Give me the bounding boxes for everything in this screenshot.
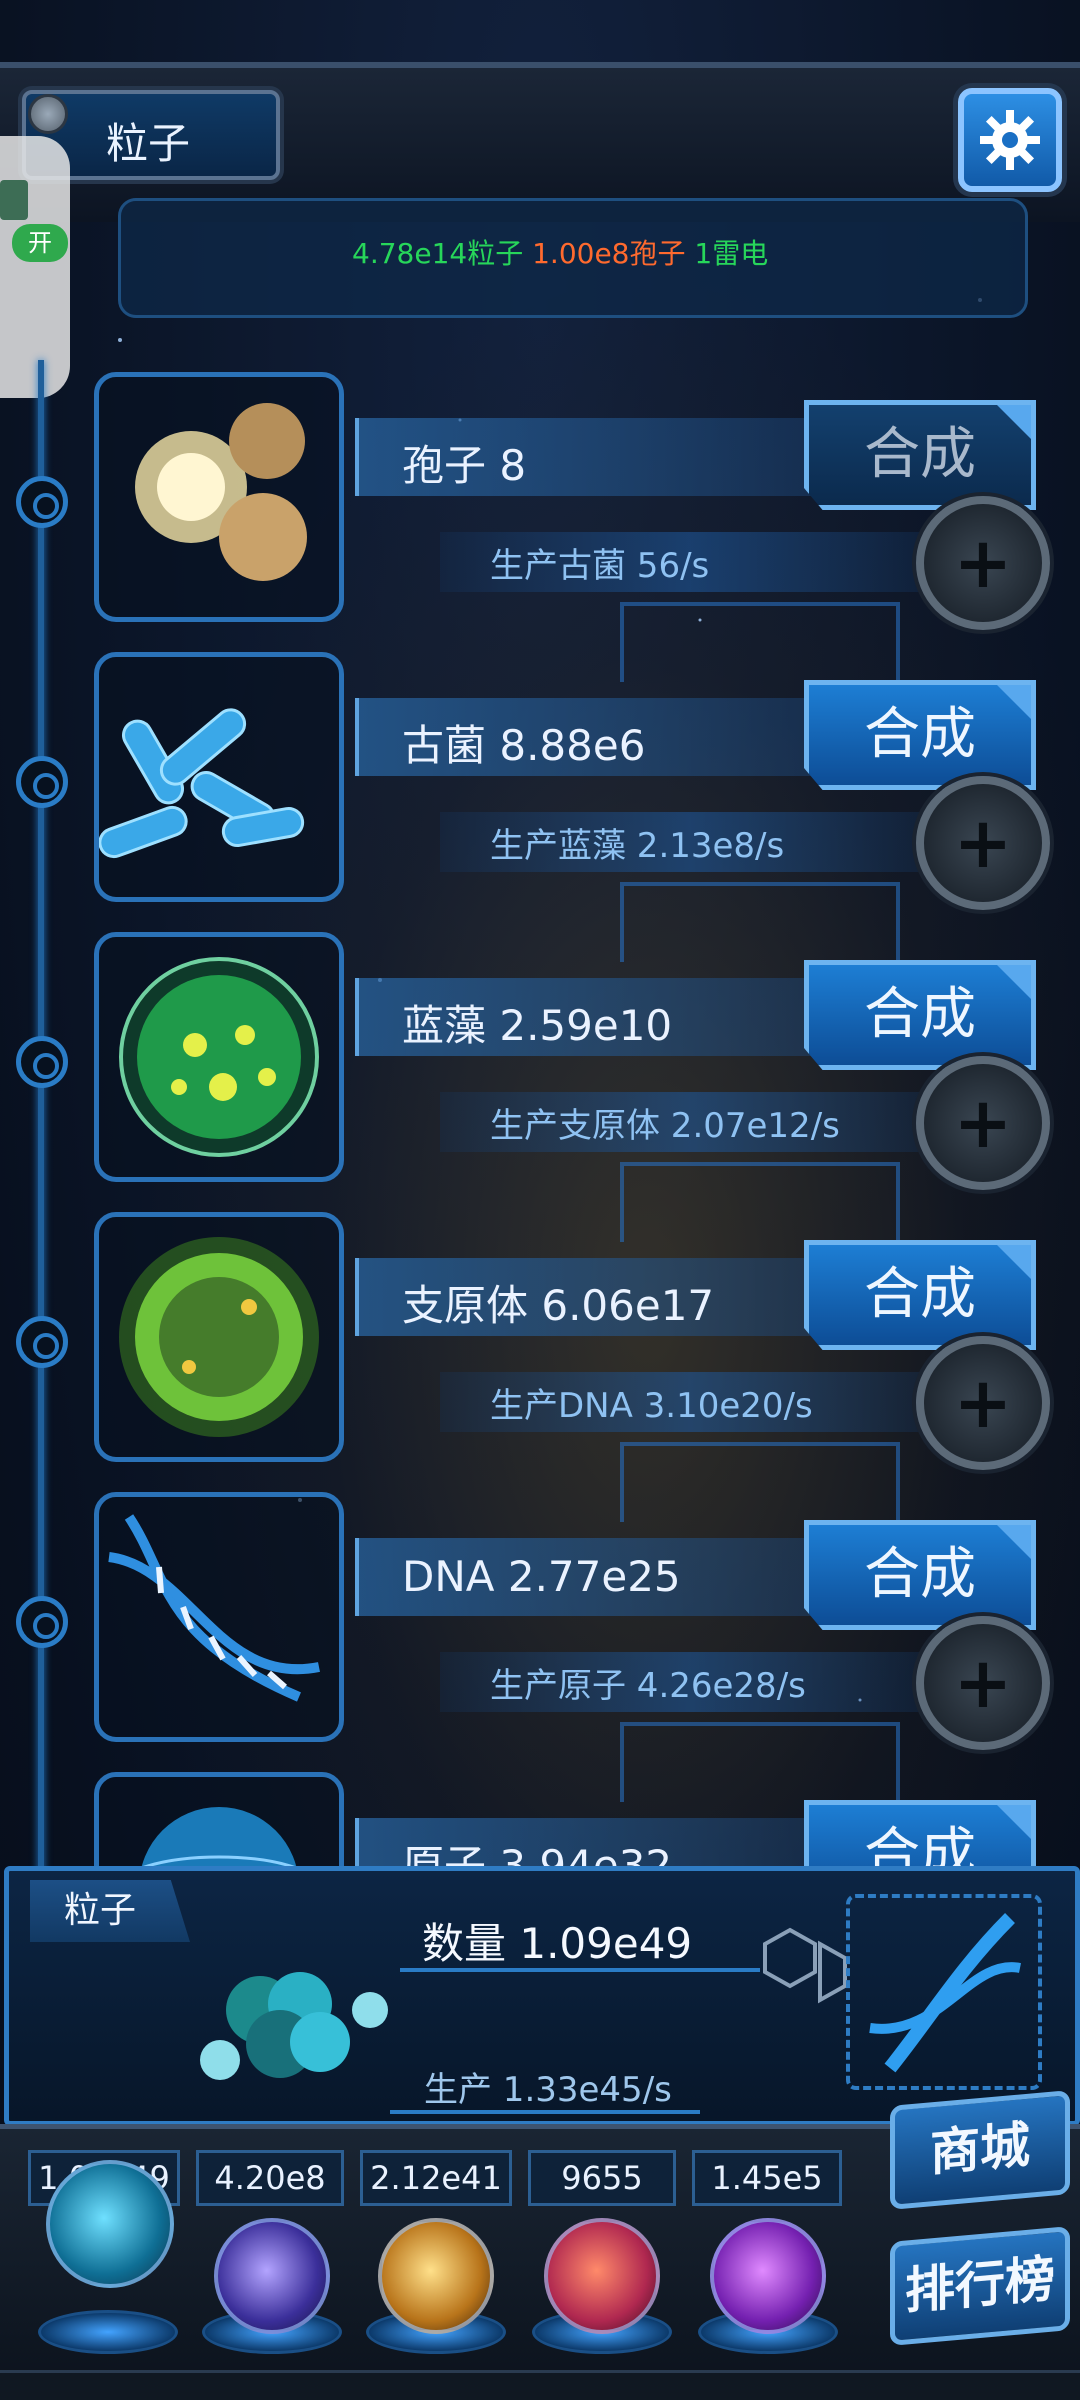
archaea-icon [99,708,305,859]
item-icon-frame [94,372,344,622]
item-production: 生产蓝藻 2.13e8/s [490,826,785,866]
dna-badge-frame [846,1894,1042,2090]
particle-cluster-icon [200,1972,388,2080]
plus-icon: + [953,1362,1013,1444]
plus-icon: + [953,522,1013,604]
item-name: DNA 2.77e25 [402,1552,681,1601]
upgrade-plus-button[interactable]: + [916,1056,1050,1190]
item-row-archaea: 古菌 8.88e6 合成 生产蓝藻 2.13e8/s + [0,652,1080,962]
upgrade-plus-button[interactable]: + [916,496,1050,630]
bolt-decoration [28,94,68,134]
resource-value-vortex: 1.45e5 [692,2150,842,2206]
item-icon-frame [94,652,344,902]
gear-icon [980,110,1040,170]
synthesize-button[interactable]: 合成 [804,1800,1036,1866]
item-icon-frame [94,1492,344,1742]
synthesize-button[interactable]: 合成 [804,680,1036,790]
synthesize-button[interactable]: 合成 [804,400,1036,510]
resource-value-lightning: 4.20e8 [196,2150,344,2206]
page-title: 粒子 [106,119,191,168]
spores-stat: 1.00e8孢子 [532,237,686,270]
item-row-spore: 孢子 8 合成 生产古菌 56/s + [0,372,1080,682]
dna-badge-icon [869,1913,1021,2073]
upgrade-plus-button[interactable]: + [916,776,1050,910]
item-row-dna: DNA 2.77e25 合成 生产原子 4.26e28/s + [0,1492,1080,1802]
panel-tab: 粒子 [30,1880,190,1942]
item-name: 支原体 6.06e17 [402,1281,715,1330]
synthesize-button[interactable]: 合成 [804,960,1036,1070]
spore-cluster-icon [135,403,307,581]
item-production: 生产DNA 3.10e20/s [490,1386,813,1426]
mycoplasma-icon [119,1237,319,1437]
particle-quantity: 数量 1.09e49 [422,1919,693,1968]
item-row-mycoplasma: 支原体 6.06e17 合成 生产DNA 3.10e20/s + [0,1212,1080,1522]
vortex-orb-button[interactable] [710,2218,826,2334]
item-icon-frame [94,1212,344,1462]
item-row-atom: 原子 3.94e32 合成 [0,1772,1080,1866]
item-name: 孢子 8 [402,441,527,490]
plus-icon: + [953,1082,1013,1164]
particles-stat: 4.78e14粒子 [352,237,524,270]
molecule-icon [763,1927,847,2004]
upgrade-plus-button[interactable]: + [916,1336,1050,1470]
resource-stats: 4.78e14粒子 1.00e8孢子 1雷电 [352,232,768,272]
lightning-orb-button[interactable] [214,2218,330,2334]
item-row-cyanobacteria: 蓝藻 2.59e10 合成 生产支原体 2.07e12/s + [0,932,1080,1242]
cyanobacteria-icon [119,957,319,1157]
bottom-strip [0,2370,1080,2400]
upgrade-plus-button[interactable]: + [916,1616,1050,1750]
plus-icon: + [953,802,1013,884]
resource-value-brain: 9655 [528,2150,676,2206]
item-production: 生产支原体 2.07e12/s [490,1106,840,1146]
particle-production: 生产 1.33e45/s [424,2070,672,2110]
side-overlay-toggle[interactable]: 开 [0,136,70,398]
shop-button[interactable]: 商城 [890,2090,1070,2210]
nebula-orb-button[interactable] [378,2218,494,2334]
synthesize-button[interactable]: 合成 [804,1520,1036,1630]
settings-button[interactable] [958,88,1062,192]
item-production: 生产原子 4.26e28/s [490,1666,806,1706]
resource-value-nebula: 2.12e41 [360,2150,512,2206]
orb-pedestal [38,2310,178,2354]
item-icon-frame [94,1772,344,1866]
toggle-on-label: 开 [12,224,68,262]
item-name: 古菌 8.88e6 [402,721,646,770]
dna-helix-icon [108,1514,320,1702]
synthesize-button[interactable]: 合成 [804,1240,1036,1350]
item-production: 生产古菌 56/s [490,546,710,586]
item-name: 蓝藻 2.59e10 [402,1001,673,1050]
plus-icon: + [953,1642,1013,1724]
atom-icon [141,1807,297,1866]
ranking-button[interactable]: 排行榜 [890,2226,1070,2346]
lightning-stat: 1雷电 [694,237,769,270]
item-name: 原子 3.94e32 [402,1841,673,1866]
particle-orb-button[interactable] [46,2160,174,2288]
item-icon-frame [94,932,344,1182]
avatar [0,180,28,220]
brain-orb-button[interactable] [544,2218,660,2334]
